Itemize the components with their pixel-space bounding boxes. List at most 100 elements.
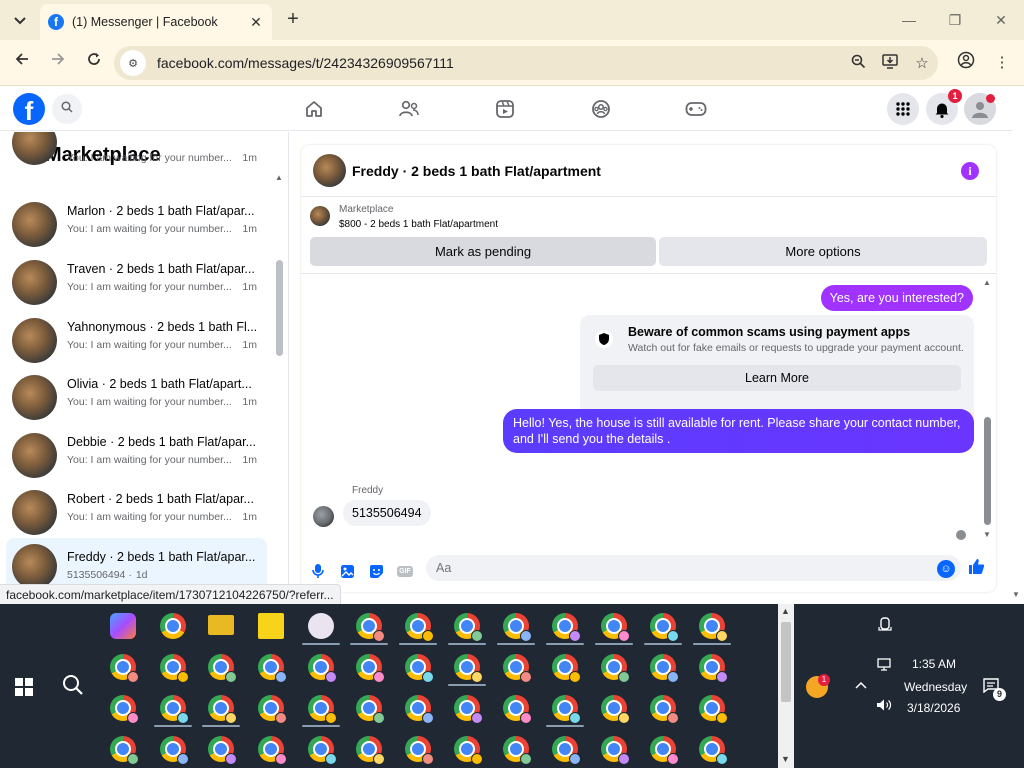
bookmark-star-icon[interactable]: ☆ — [906, 54, 938, 72]
sticky-notes-icon[interactable] — [258, 613, 284, 639]
chrome-profile-window-icon[interactable] — [110, 736, 139, 765]
learn-more-button[interactable]: Learn More — [593, 365, 961, 391]
meet-now-icon[interactable] — [878, 617, 892, 636]
chrome-profile-window-icon[interactable] — [405, 654, 434, 683]
scroll-up-arrow-icon[interactable]: ▲ — [781, 606, 790, 616]
tab-search-button[interactable] — [8, 9, 32, 33]
chrome-profile-window-icon[interactable] — [110, 654, 139, 683]
browser-tab[interactable]: f (1) Messenger | Facebook ✕ — [40, 4, 272, 40]
chrome-profile-window-icon[interactable] — [503, 654, 532, 683]
scroll-up-arrow-icon[interactable]: ▲ — [275, 173, 283, 182]
chrome-profile-window-icon[interactable] — [405, 736, 434, 765]
chrome-profile-window-icon[interactable] — [258, 654, 287, 683]
scroll-down-arrow-icon[interactable]: ▼ — [983, 530, 991, 539]
scroll-up-arrow-icon[interactable]: ▲ — [983, 278, 991, 287]
avatar[interactable] — [313, 154, 346, 187]
chrome-profile-window-icon[interactable] — [601, 654, 630, 683]
chrome-icon[interactable] — [160, 613, 186, 639]
conversation-item[interactable]: Yahnonymous · 2 beds 1 bath Fl... You: I… — [6, 312, 267, 368]
chrome-profile-window-icon[interactable] — [110, 695, 139, 724]
chrome-profile-window-icon[interactable] — [160, 695, 189, 724]
chrome-profile-window-icon[interactable] — [454, 695, 483, 724]
scroll-down-arrow-icon[interactable]: ▼ — [781, 754, 790, 764]
minimize-button[interactable]: — — [896, 8, 922, 32]
close-window-button[interactable]: ✕ — [988, 8, 1014, 32]
menu-grid-icon[interactable] — [887, 93, 919, 125]
chrome-profile-window-icon[interactable] — [454, 736, 483, 765]
conversation-item[interactable]: Marlon · 2 beds 1 bath Flat/apar... You:… — [6, 196, 267, 252]
message-scrollbar[interactable] — [984, 417, 991, 525]
taskbar-overflow-scrollbar[interactable]: ▲ ▼ — [778, 604, 794, 768]
chrome-profile-window-icon[interactable] — [208, 695, 237, 724]
chrome-profile-window-icon[interactable] — [601, 613, 630, 642]
conversation-item[interactable]: Olivia · 2 beds 1 bath Flat/apart... You… — [6, 369, 267, 425]
chrome-profile-window-icon[interactable] — [601, 736, 630, 765]
chrome-profile-window-icon[interactable] — [208, 736, 237, 765]
chrome-profile-window-icon[interactable] — [650, 695, 679, 724]
chrome-profile-window-icon[interactable] — [699, 613, 728, 642]
chrome-profile-window-icon[interactable] — [208, 654, 237, 683]
chrome-profile-window-icon[interactable] — [356, 736, 385, 765]
reload-button[interactable] — [82, 51, 106, 75]
search-button[interactable] — [52, 94, 82, 124]
conversation-item[interactable]: Traven · 2 beds 1 bath Flat/apar... You:… — [6, 254, 267, 310]
taskbar-search-icon[interactable] — [60, 674, 86, 700]
new-tab-button[interactable]: + — [282, 8, 304, 30]
chrome-profile-window-icon[interactable] — [552, 613, 581, 642]
chrome-profile-window-icon[interactable] — [454, 613, 483, 642]
conversation-item[interactable]: Robert · 2 beds 1 bath Flat/apar... You:… — [6, 484, 267, 540]
zoom-icon[interactable] — [842, 54, 874, 73]
chrome-profile-window-icon[interactable] — [650, 654, 679, 683]
clock-time[interactable]: 1:35 AM — [912, 657, 956, 671]
clock-date[interactable]: 3/18/2026 — [907, 701, 960, 715]
emoji-icon[interactable]: ☺ — [937, 560, 955, 578]
url-text[interactable]: facebook.com/messages/t/2423432690956711… — [157, 55, 842, 71]
chrome-profile-window-icon[interactable] — [454, 654, 483, 683]
message-input[interactable] — [426, 555, 961, 581]
chrome-profile-window-icon[interactable] — [503, 613, 532, 642]
gaming-nav-icon[interactable] — [684, 97, 708, 121]
profile-icon[interactable] — [954, 51, 978, 75]
home-nav-icon[interactable] — [302, 97, 326, 121]
video-nav-icon[interactable] — [493, 97, 517, 121]
chrome-profile-window-icon[interactable] — [160, 654, 189, 683]
page-scroll-down-arrow-icon[interactable]: ▼ — [1012, 590, 1020, 599]
avatar[interactable] — [313, 506, 334, 527]
show-hidden-icons-chevron-icon[interactable] — [855, 677, 867, 692]
tab-close-icon[interactable]: ✕ — [248, 14, 264, 31]
volume-icon[interactable] — [876, 698, 892, 715]
site-settings-icon[interactable]: ⚙ — [120, 50, 146, 76]
chrome-profile-window-icon[interactable] — [405, 695, 434, 724]
chrome-profile-window-icon[interactable] — [699, 654, 728, 683]
groups-nav-icon[interactable] — [589, 97, 613, 121]
chrome-profile-window-icon[interactable] — [503, 736, 532, 765]
chrome-profile-window-icon[interactable] — [258, 695, 287, 724]
more-options-button[interactable]: More options — [659, 237, 987, 266]
address-bar[interactable]: ⚙ facebook.com/messages/t/24234326909567… — [114, 46, 938, 80]
photo-icon[interactable] — [337, 561, 357, 581]
scrollbar-thumb[interactable] — [781, 622, 791, 702]
copilot-icon[interactable] — [110, 613, 136, 639]
chrome-profile-window-icon[interactable] — [308, 736, 337, 765]
friends-nav-icon[interactable] — [397, 97, 421, 121]
chrome-profile-window-icon[interactable] — [356, 695, 385, 724]
conversation-item-partial[interactable]: You: I am waiting for your number... 1m — [6, 132, 267, 170]
chrome-profile-window-icon[interactable] — [699, 695, 728, 724]
chrome-profile-window-icon[interactable] — [650, 736, 679, 765]
chrome-profile-window-icon[interactable] — [552, 736, 581, 765]
network-icon[interactable] — [877, 658, 893, 675]
listing-thumbnail[interactable] — [310, 206, 330, 226]
sticker-icon[interactable] — [366, 561, 386, 581]
chrome-profile-window-icon[interactable] — [699, 736, 728, 765]
chrome-profile-window-icon[interactable] — [552, 695, 581, 724]
install-app-icon[interactable] — [874, 53, 906, 73]
chrome-profile-window-icon[interactable] — [308, 654, 337, 683]
thumbs-up-icon[interactable] — [968, 558, 985, 580]
chat-title[interactable]: Freddy · 2 beds 1 bath Flat/apartment — [352, 163, 601, 179]
chrome-profile-window-icon[interactable] — [356, 654, 385, 683]
conversation-item[interactable]: Debbie · 2 beds 1 bath Flat/apar... You:… — [6, 427, 267, 483]
back-button[interactable] — [10, 51, 34, 75]
gif-icon[interactable]: GIF — [395, 561, 415, 581]
chrome-profile-window-icon[interactable] — [503, 695, 532, 724]
snipping-tool-icon[interactable] — [308, 613, 334, 639]
